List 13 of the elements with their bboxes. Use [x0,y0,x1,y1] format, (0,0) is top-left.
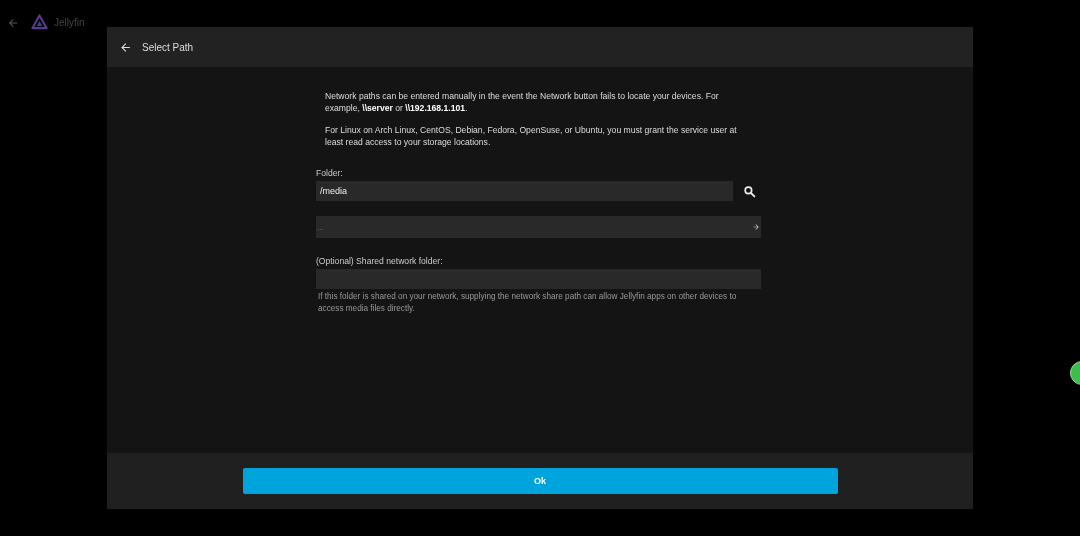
back-arrow-icon[interactable] [119,40,132,54]
field-label: (Optional) Shared network folder: [316,256,444,266]
logo-icon [31,14,48,31]
dialog-title: Select Path [142,41,194,53]
folder-input[interactable]: /media [316,181,733,201]
brand-name: Jellyfin [54,17,85,28]
directory-item[interactable]: ... [316,216,761,238]
field-label: Folder: [316,168,344,178]
ok-button[interactable]: Ok [242,468,838,494]
instruction-text: Network paths can be entered manually in the event the Network button fails to locate your devices. For example, \\server or \\192.168.1.101. [324,91,720,114]
instruction-text: For Linux on Arch Linux, CentOS, Debian, Fedora, OpenSuse, or Ubuntu, you must grant the service user at least read access to your storage locations. [324,125,738,148]
help-text: If this folder is shared on your network, supplying the network share path can allow Jellyfin apps on other devices to access media files directly. [317,291,738,314]
search-icon[interactable] [743,184,756,198]
